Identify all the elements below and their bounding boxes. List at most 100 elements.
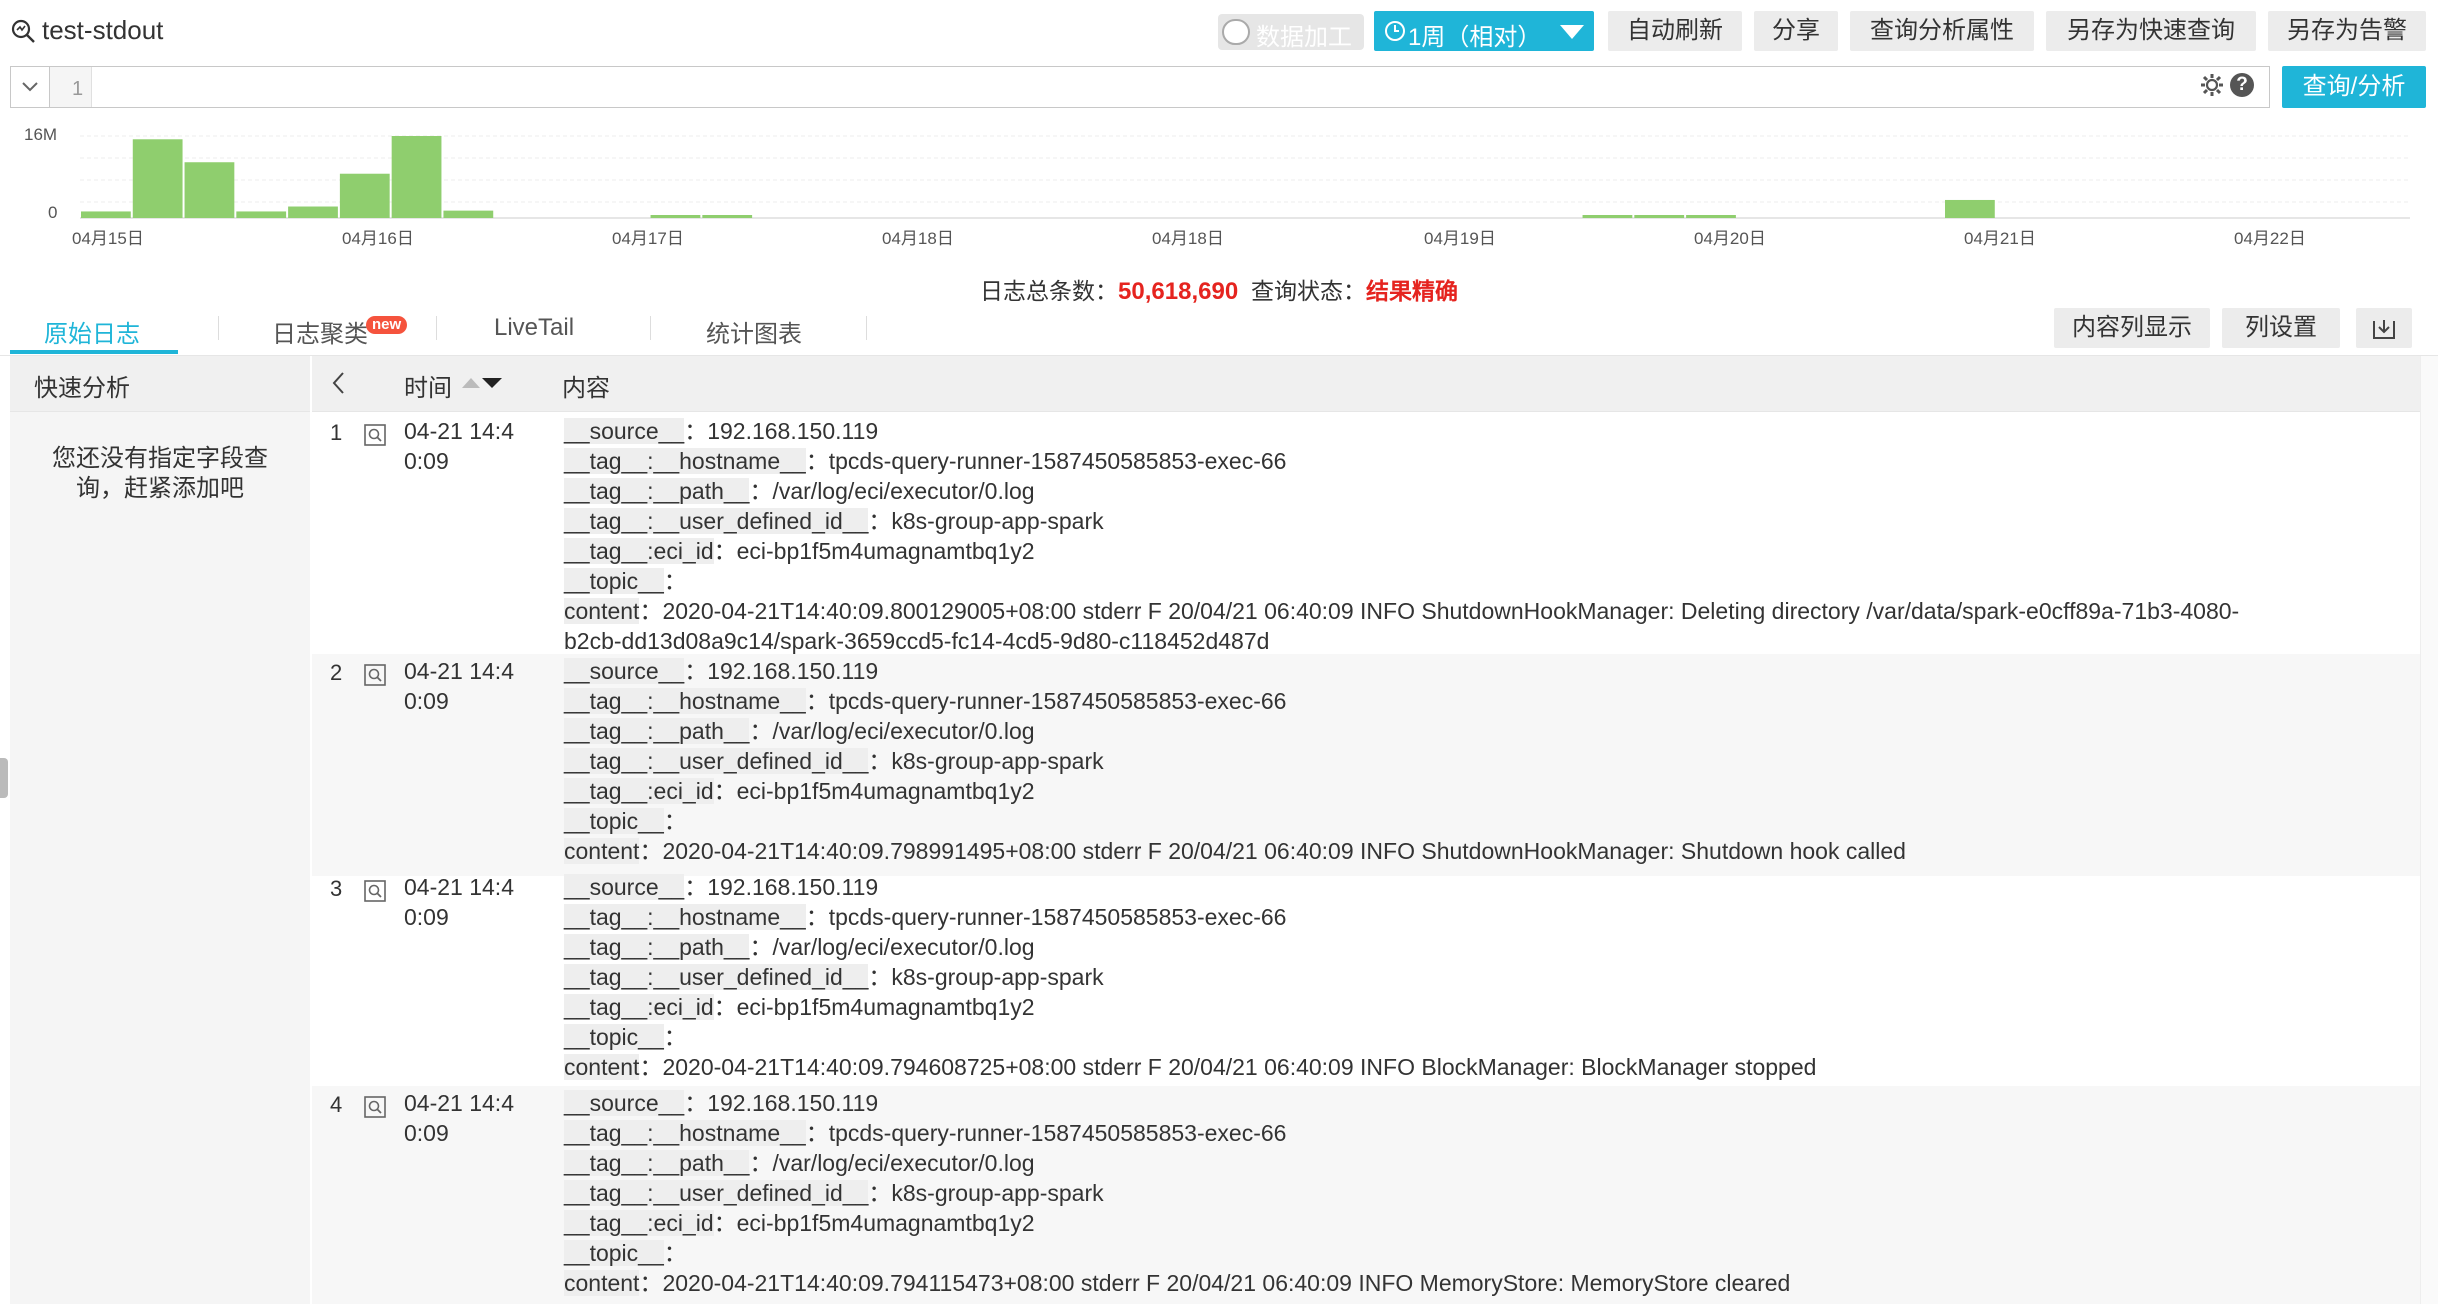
column-settings-button[interactable]: 列设置 (2222, 308, 2340, 348)
context-view-icon[interactable] (364, 664, 386, 686)
time-range-button[interactable]: 1周（相对） (1374, 11, 1594, 51)
field-value[interactable]: 2020-04-21T14:40:09.800129005+08:00 stde… (662, 598, 2239, 624)
field-key[interactable]: __tag__:__user_defined_id__ (564, 748, 869, 774)
field-key[interactable]: __source__ (564, 874, 685, 900)
field-value[interactable]: tpcds-query-runner-1587450585853-exec-66 (829, 904, 1287, 930)
download-button[interactable] (2356, 308, 2412, 348)
field-key[interactable]: content (564, 1270, 640, 1296)
field-value[interactable]: k8s-group-app-spark (891, 508, 1103, 534)
field-separator: ： (868, 1180, 892, 1206)
field-key[interactable]: __tag__:eci_id (564, 994, 714, 1020)
status-label: 查询状态： (1250, 278, 1366, 304)
share-button[interactable]: 分享 (1754, 11, 1838, 51)
chevron-left-icon[interactable] (330, 370, 348, 396)
field-value[interactable]: 192.168.150.119 (707, 874, 878, 900)
field-key[interactable]: __source__ (564, 1090, 685, 1116)
field-value[interactable]: /var/log/eci/executor/0.log (772, 478, 1034, 504)
histogram-bar[interactable] (339, 173, 390, 218)
collapse-handle[interactable] (0, 758, 8, 798)
field-key[interactable]: __tag__:__user_defined_id__ (564, 964, 869, 990)
field-value[interactable]: k8s-group-app-spark (891, 964, 1103, 990)
field-key[interactable]: __topic__ (564, 808, 664, 834)
histogram-bar[interactable] (1634, 215, 1685, 218)
histogram-bar[interactable] (1945, 199, 1995, 218)
toggle-knob[interactable] (1222, 19, 1250, 45)
field-key[interactable]: __tag__:__hostname__ (564, 688, 806, 714)
field-key[interactable]: __tag__:eci_id (564, 778, 714, 804)
field-key[interactable]: content (564, 838, 640, 864)
histogram-bar[interactable] (702, 215, 753, 218)
field-key[interactable]: __tag__:__hostname__ (564, 904, 806, 930)
expand-query-button[interactable] (10, 66, 50, 108)
field-key[interactable]: __tag__:eci_id (564, 1210, 714, 1236)
histogram-bar[interactable] (443, 210, 494, 218)
field-value[interactable]: tpcds-query-runner-1587450585853-exec-66 (829, 1120, 1287, 1146)
histogram-bar[interactable] (650, 215, 701, 218)
field-key[interactable]: __tag__:__hostname__ (564, 448, 806, 474)
search-analyze-button[interactable]: 查询/分析 (2282, 66, 2426, 108)
histogram-bar[interactable] (391, 136, 442, 218)
field-value[interactable]: tpcds-query-runner-1587450585853-exec-66 (829, 448, 1287, 474)
histogram-bar[interactable] (1686, 215, 1736, 218)
row-index: 1 (330, 420, 343, 445)
field-value[interactable]: tpcds-query-runner-1587450585853-exec-66 (829, 688, 1287, 714)
field-key[interactable]: __source__ (564, 658, 685, 684)
context-view-icon[interactable] (364, 424, 386, 446)
field-key[interactable]: __tag__:__user_defined_id__ (564, 508, 869, 534)
save-alert-button[interactable]: 另存为告警 (2268, 11, 2426, 51)
tab-raw-logs[interactable]: 原始日志 (44, 314, 140, 349)
histogram-bar[interactable] (184, 162, 235, 218)
content-column-display-button[interactable]: 内容列显示 (2054, 308, 2210, 348)
histogram-bar[interactable] (132, 139, 183, 218)
field-key[interactable]: __tag__:__path__ (564, 478, 750, 504)
histogram-bar[interactable] (1582, 215, 1633, 218)
field-value[interactable]: 2020-04-21T14:40:09.794115473+08:00 stde… (662, 1270, 1790, 1296)
context-view-icon[interactable] (364, 880, 386, 902)
histogram-bar[interactable] (81, 211, 131, 218)
field-value[interactable]: eci-bp1f5m4umagnamtbq1y2 (737, 1210, 1035, 1236)
help-icon[interactable]: ? (2230, 73, 2254, 97)
field-separator: ： (749, 478, 773, 504)
tab-log-clustering[interactable]: 日志聚类 (272, 314, 368, 349)
field-key[interactable]: content (564, 598, 640, 624)
field-value[interactable]: /var/log/eci/executor/0.log (772, 718, 1034, 744)
field-key[interactable]: __tag__:__path__ (564, 1150, 750, 1176)
field-value[interactable]: 192.168.150.119 (707, 1090, 878, 1116)
save-quick-query-button[interactable]: 另存为快速查询 (2046, 11, 2256, 51)
field-value[interactable]: /var/log/eci/executor/0.log (772, 1150, 1034, 1176)
field-value[interactable]: 192.168.150.119 (707, 658, 878, 684)
field-key[interactable]: __topic__ (564, 568, 664, 594)
tab-charts[interactable]: 统计图表 (706, 314, 802, 349)
field-value-continuation[interactable]: b2cb-dd13d08a9c14/spark-3659ccd5-fc14-4c… (564, 626, 1269, 656)
field-value[interactable]: k8s-group-app-spark (891, 1180, 1103, 1206)
field-value[interactable]: 2020-04-21T14:40:09.794608725+08:00 stde… (662, 1054, 1816, 1080)
field-value[interactable]: /var/log/eci/executor/0.log (772, 934, 1034, 960)
field-key[interactable]: content (564, 1054, 640, 1080)
field-key[interactable]: __topic__ (564, 1240, 664, 1266)
field-key[interactable]: __tag__:__hostname__ (564, 1120, 806, 1146)
field-key[interactable]: __tag__:__user_defined_id__ (564, 1180, 869, 1206)
field-key[interactable]: __topic__ (564, 1024, 664, 1050)
field-value[interactable]: k8s-group-app-spark (891, 748, 1103, 774)
query-properties-button[interactable]: 查询分析属性 (1850, 11, 2034, 51)
field-key[interactable]: __tag__:__path__ (564, 934, 750, 960)
field-value[interactable]: 192.168.150.119 (707, 418, 878, 444)
field-value[interactable]: eci-bp1f5m4umagnamtbq1y2 (737, 538, 1035, 564)
sort-icon[interactable] (460, 374, 504, 392)
query-editor[interactable] (10, 66, 2270, 108)
tab-livetail[interactable]: LiveTail (494, 314, 574, 342)
field-value[interactable]: 2020-04-21T14:40:09.798991495+08:00 stde… (662, 838, 1906, 864)
scrollbar[interactable] (2420, 356, 2438, 1304)
field-value[interactable]: eci-bp1f5m4umagnamtbq1y2 (737, 994, 1035, 1020)
field-key[interactable]: __source__ (564, 418, 685, 444)
field-value[interactable]: eci-bp1f5m4umagnamtbq1y2 (737, 778, 1035, 804)
column-header-time[interactable]: 时间 (404, 368, 452, 403)
auto-refresh-button[interactable]: 自动刷新 (1608, 11, 1742, 51)
histogram-bar[interactable] (288, 206, 338, 218)
field-key[interactable]: __tag__:eci_id (564, 538, 714, 564)
histogram-bar[interactable] (236, 211, 287, 218)
field-key[interactable]: __tag__:__path__ (564, 718, 750, 744)
context-view-icon[interactable] (364, 1096, 386, 1118)
gear-icon[interactable] (2200, 73, 2224, 97)
total-label: 日志总条数： (980, 278, 1119, 304)
